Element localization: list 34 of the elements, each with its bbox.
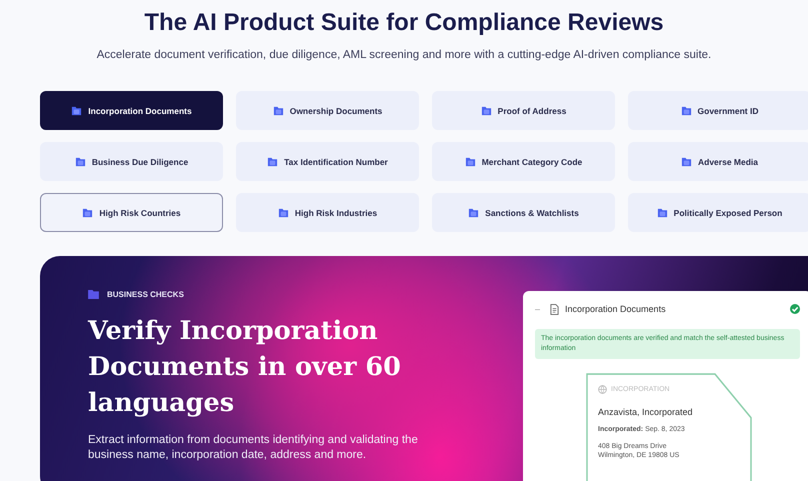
folder-icon — [480, 105, 492, 116]
folder-icon — [82, 207, 94, 218]
hero-title: Verify Incorporation Documents in over 60 languages — [88, 315, 402, 420]
section-label: BUSINESS CHECKS — [107, 290, 184, 299]
globe-icon — [598, 385, 607, 394]
folder-icon — [464, 156, 476, 167]
category-tab[interactable]: Incorporation Documents — [40, 91, 223, 130]
folder-icon — [272, 105, 284, 116]
category-tab[interactable]: High Risk Countries — [40, 193, 223, 232]
page-heading: The AI Product Suite for Compliance Reviews — [143, 8, 665, 38]
folder-icon — [681, 156, 692, 167]
folder-icon — [468, 207, 480, 218]
folder-icon — [74, 156, 86, 167]
hero-description: Extract information from documents identifying and validating the business name, incorporation date, address and more. — [88, 433, 419, 463]
card-title: Incorporation Documents — [565, 304, 667, 314]
folder-icon — [656, 207, 668, 218]
folder-icon — [88, 290, 99, 299]
category-tab[interactable]: Ownership Documents — [236, 91, 419, 130]
document-icon — [550, 304, 560, 314]
category-tab[interactable]: Proof of Address — [432, 91, 615, 130]
folder-icon — [278, 207, 289, 218]
page-subheading: Accelerate document verification, due diligence, AML screening and more with a cutting-edge AI-driven compliance suite. — [96, 48, 712, 62]
category-tab[interactable]: Sanctions & Watchlists — [432, 193, 615, 232]
folder-icon — [267, 156, 278, 167]
category-tab[interactable]: Adverse Media — [628, 142, 808, 181]
category-tab[interactable]: Business Due Diligence — [40, 142, 223, 181]
folder-icon — [680, 105, 692, 116]
company-name: Anzavista, Incorporated — [598, 407, 694, 417]
category-tab[interactable]: Merchant Category Code — [432, 142, 615, 181]
folder-icon — [71, 105, 82, 116]
category-tab[interactable]: Government ID — [628, 91, 808, 130]
category-tab[interactable]: Tax Identification Number — [236, 142, 419, 181]
category-tab[interactable]: Politically Exposed Person — [628, 193, 808, 232]
category-tab[interactable]: High Risk Industries — [236, 193, 419, 232]
